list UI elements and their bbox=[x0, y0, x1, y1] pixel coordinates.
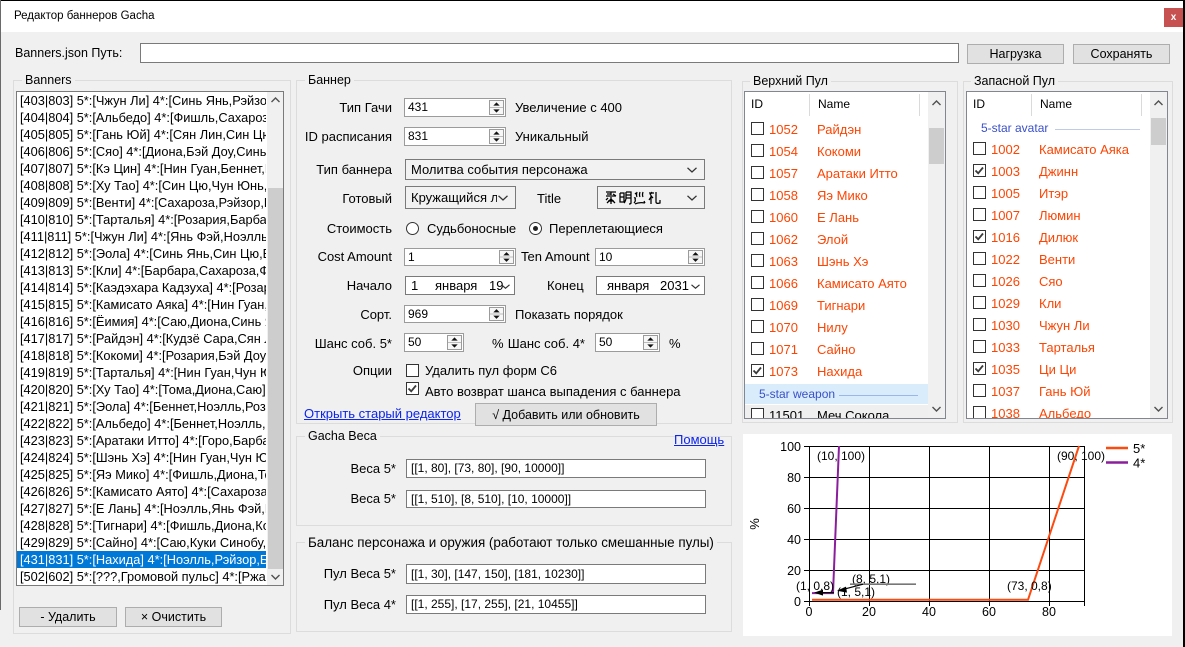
svg-text:5*: 5* bbox=[1133, 441, 1145, 456]
svg-text:40: 40 bbox=[787, 533, 801, 547]
svg-text:80: 80 bbox=[1042, 605, 1056, 619]
svg-text:(1, 5,1): (1, 5,1) bbox=[837, 585, 875, 599]
svg-text:(10, 100): (10, 100) bbox=[817, 449, 865, 463]
svg-text:(1, 0,8): (1, 0,8) bbox=[796, 579, 834, 593]
svg-text:(73, 0,8): (73, 0,8) bbox=[1007, 579, 1052, 593]
svg-text:4*: 4* bbox=[1133, 456, 1145, 471]
svg-text:%: % bbox=[747, 518, 762, 530]
svg-text:100: 100 bbox=[780, 440, 801, 454]
svg-text:0: 0 bbox=[806, 605, 813, 619]
svg-text:60: 60 bbox=[787, 502, 801, 516]
svg-text:0: 0 bbox=[794, 595, 801, 609]
svg-text:80: 80 bbox=[787, 471, 801, 485]
svg-text:20: 20 bbox=[787, 564, 801, 578]
svg-text:60: 60 bbox=[982, 605, 996, 619]
svg-text:40: 40 bbox=[922, 605, 936, 619]
svg-text:20: 20 bbox=[862, 605, 876, 619]
svg-text:(90, 100): (90, 100) bbox=[1057, 449, 1105, 463]
